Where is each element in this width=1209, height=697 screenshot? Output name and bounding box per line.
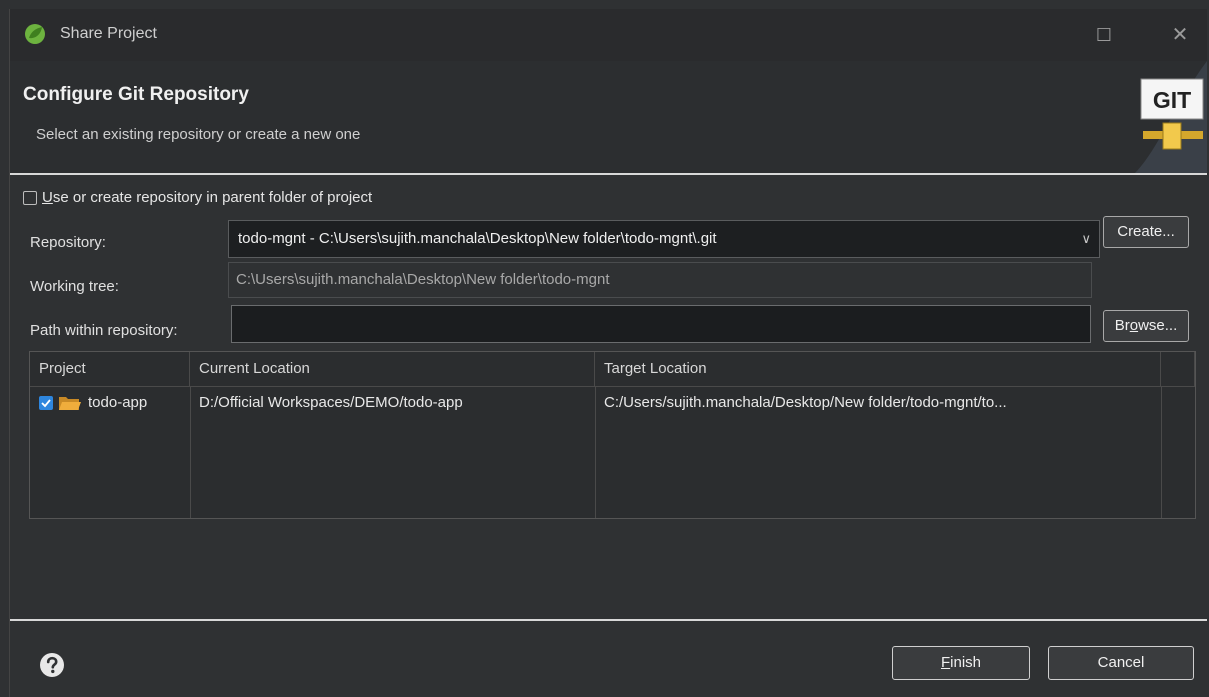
project-name: todo-app <box>88 394 148 411</box>
repository-label: Repository: <box>30 234 106 251</box>
working-tree-label: Working tree: <box>30 278 119 295</box>
cancel-button[interactable]: Cancel <box>1048 646 1194 680</box>
browse-button[interactable]: Browse... <box>1103 310 1189 342</box>
share-project-dialog: Share Project ☐ ✕ Configure Git Reposito… <box>9 9 1207 697</box>
current-location: D:/Official Workspaces/DEMO/todo-app <box>199 394 463 411</box>
column-header-current-location[interactable]: Current Location <box>190 352 595 386</box>
target-location: C:/Users/sujith.manchala/Desktop/New fol… <box>604 394 1007 411</box>
create-button[interactable]: Create... <box>1103 216 1189 248</box>
repository-value: todo-mgnt - C:\Users\sujith.manchala\Des… <box>238 230 717 247</box>
table-header: Project Current Location Target Location <box>30 352 1195 387</box>
folder-icon <box>59 397 81 410</box>
table-row[interactable]: todo-app D:/Official Workspaces/DEMO/tod… <box>30 386 1195 420</box>
check-icon <box>41 399 51 408</box>
page-title: Configure Git Repository <box>23 84 249 105</box>
project-checkbox[interactable] <box>39 396 53 410</box>
working-tree-field: C:\Users\sujith.manchala\Desktop\New fol… <box>228 262 1092 298</box>
column-header-project[interactable]: Project <box>30 352 190 386</box>
projects-table: Project Current Location Target Location… <box>29 351 1196 519</box>
git-logo-text: GIT <box>1153 87 1191 113</box>
finish-button[interactable]: Finish <box>892 646 1030 680</box>
close-button[interactable]: ✕ <box>1166 21 1194 49</box>
path-within-repository-label: Path within repository: <box>30 322 178 339</box>
page-subtitle: Select an existing repository or create … <box>36 126 361 143</box>
footer-divider <box>10 619 1207 621</box>
git-logo-icon: GIT <box>1135 61 1207 173</box>
spring-leaf-icon <box>25 24 45 44</box>
title-bar[interactable]: Share Project ☐ ✕ <box>10 9 1207 61</box>
wizard-header: Configure Git Repository Select an exist… <box>10 61 1207 175</box>
parent-folder-checkbox-label[interactable]: Use or create repository in parent folde… <box>42 189 372 206</box>
column-header-filler <box>1161 352 1195 386</box>
parent-folder-checkbox[interactable] <box>23 191 37 205</box>
maximize-button[interactable]: ☐ <box>1090 21 1118 49</box>
repository-combo[interactable]: todo-mgnt - C:\Users\sujith.manchala\Des… <box>228 220 1100 258</box>
window-title: Share Project <box>60 25 157 42</box>
path-within-repository-input[interactable] <box>231 305 1091 343</box>
chevron-down-icon[interactable]: ∨ <box>1081 221 1091 257</box>
help-icon[interactable] <box>39 652 65 678</box>
column-header-target-location[interactable]: Target Location <box>595 352 1161 386</box>
